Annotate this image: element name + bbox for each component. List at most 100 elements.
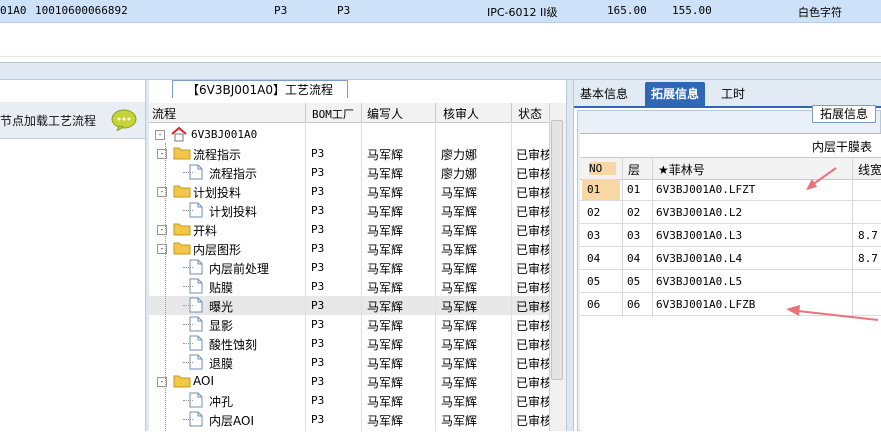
tree-row[interactable]: - 流程指示 P3 马军辉 廖力娜 已审核 xyxy=(149,144,549,163)
tree-row[interactable]: - 6V3BJ001A0 xyxy=(149,125,549,144)
col-status[interactable]: 状态 xyxy=(518,105,542,122)
splitter-right[interactable] xyxy=(566,80,574,431)
tree-bom: P3 xyxy=(311,261,325,274)
tree-bom: P3 xyxy=(311,299,325,312)
tree-row[interactable]: 酸性蚀刻 P3 马军辉 马军辉 已审核 xyxy=(149,334,549,353)
tree-guide-line xyxy=(183,324,193,325)
tree-reviewer: 廖力娜 xyxy=(441,148,478,162)
dry-film-grid-title: 内层干膜表 xyxy=(812,140,873,154)
tree-row[interactable]: 退膜 P3 马军辉 马军辉 已审核 xyxy=(149,353,549,372)
tree-row[interactable]: 曝光 P3 马军辉 马军辉 已审核 xyxy=(149,296,549,315)
film-layer: 02 xyxy=(627,206,641,219)
col-reviewer[interactable]: 核审人 xyxy=(443,105,479,122)
tree-node-label: 退膜 xyxy=(209,357,234,371)
speech-bubble-icon[interactable] xyxy=(111,109,137,134)
tree-writer: 马军辉 xyxy=(367,414,404,428)
tree-writer: 马军辉 xyxy=(367,357,404,371)
dry-film-row[interactable]: 02 02 6V3BJ001A0.L2 xyxy=(580,202,881,224)
tree-row[interactable]: 显影 P3 马军辉 马军辉 已审核 xyxy=(149,315,549,334)
extended-info-label: 拓展信息 xyxy=(812,105,876,123)
tree-row[interactable]: 冲孔 P3 马军辉 马军辉 已审核 xyxy=(149,391,549,410)
tree-node-label: 内层AOI xyxy=(209,414,254,428)
tree-node-label: 计划投料 xyxy=(193,186,242,200)
col-bom[interactable]: BOM工厂 xyxy=(312,106,354,122)
tree-status: 已审核 xyxy=(516,300,549,314)
tree-reviewer: 马军辉 xyxy=(441,357,478,371)
col-flow[interactable]: 流程 xyxy=(152,105,176,122)
col-width[interactable]: 线宽 xyxy=(858,161,881,178)
tree-bom: P3 xyxy=(311,356,325,369)
tree-guide-line xyxy=(183,286,193,287)
tree-node-label: 内层图形 xyxy=(193,243,242,257)
home-icon xyxy=(171,126,187,145)
film-no: 04 xyxy=(587,252,601,265)
record-text: 白色字符 xyxy=(798,6,842,19)
tree-row[interactable]: 内层前处理 P3 马军辉 马军辉 已审核 xyxy=(149,258,549,277)
tab-work-hours[interactable]: 工时 xyxy=(715,82,751,107)
tree-row[interactable]: 贴膜 P3 马军辉 马军辉 已审核 xyxy=(149,277,549,296)
dry-film-row[interactable]: 04 04 6V3BJ001A0.L4 8.7 xyxy=(580,248,881,270)
tree-row[interactable]: 计划投料 P3 马军辉 马军辉 已审核 xyxy=(149,201,549,220)
grid-line xyxy=(0,56,881,57)
film-layer: 03 xyxy=(627,229,641,242)
film-number: 6V3BJ001A0.LFZT xyxy=(656,183,756,196)
splitter-horizontal[interactable] xyxy=(0,62,881,80)
tree-node-label: 计划投料 xyxy=(209,205,258,219)
col-writer[interactable]: 编写人 xyxy=(367,105,403,122)
tree-node-label: 冲孔 xyxy=(209,395,234,409)
tree-row[interactable]: - 内层图形 P3 马军辉 马军辉 已审核 xyxy=(149,239,549,258)
tree-reviewer: 马军辉 xyxy=(441,338,478,352)
expand-toggle[interactable]: - xyxy=(155,130,165,140)
tree-bom: P3 xyxy=(311,413,325,426)
document-icon xyxy=(189,354,203,373)
tree-status: 已审核 xyxy=(516,205,549,219)
tree-row[interactable]: - 计划投料 P3 马军辉 马军辉 已审核 xyxy=(149,182,549,201)
tree-reviewer: 马军辉 xyxy=(441,262,478,276)
tree-reviewer: 马军辉 xyxy=(441,395,478,409)
annotation-arrow-icon xyxy=(806,167,837,190)
document-icon xyxy=(189,316,203,335)
left-panel-title: 节点加载工艺流程 xyxy=(0,114,97,128)
tree-row[interactable]: 内层AOI P3 马军辉 马军辉 已审核 xyxy=(149,410,549,429)
tree-writer: 马军辉 xyxy=(367,224,404,238)
tree-status: 已审核 xyxy=(516,224,549,238)
tree-node-label: 开料 xyxy=(193,224,218,238)
tree-row[interactable]: 流程指示 P3 马军辉 廖力娜 已审核 xyxy=(149,163,549,182)
film-number: 6V3BJ001A0.L2 xyxy=(656,206,743,219)
document-icon xyxy=(189,202,203,221)
tree-status: 已审核 xyxy=(516,148,549,162)
tree-guide-line xyxy=(183,362,193,363)
dry-film-row[interactable]: 03 03 6V3BJ001A0.L3 8.7 xyxy=(580,225,881,247)
selected-record-row[interactable]: 01A0 10010600066892 P3 P3 IPC-6012 II级 1… xyxy=(0,0,881,23)
tree-row[interactable]: - AOI P3 马军辉 马军辉 已审核 xyxy=(149,372,549,391)
tree-status: 已审核 xyxy=(516,262,549,276)
film-width: 8.7 xyxy=(858,229,878,242)
tab-basic-info[interactable]: 基本信息 xyxy=(574,82,634,107)
col-layer[interactable]: 层 xyxy=(628,161,640,178)
tree-reviewer: 马军辉 xyxy=(441,281,478,295)
tree-bom: P3 xyxy=(311,166,325,179)
process-flow-tab[interactable]: 【6V3BJ001A0】工艺流程 xyxy=(172,80,348,98)
tree-row[interactable]: - 开料 P3 马军辉 马军辉 已审核 xyxy=(149,220,549,239)
tree-node-label: 内层前处理 xyxy=(209,262,270,276)
tree-writer: 马军辉 xyxy=(367,319,404,333)
tree-node-label: AOI xyxy=(193,374,214,388)
tree-bom: P3 xyxy=(311,204,325,217)
film-layer: 06 xyxy=(627,298,641,311)
dry-film-row[interactable]: 05 05 6V3BJ001A0.L5 xyxy=(580,271,881,293)
col-no[interactable]: NO xyxy=(589,162,617,175)
tree-guide-line xyxy=(183,305,193,306)
tree-writer: 马军辉 xyxy=(367,338,404,352)
tree-bom: P3 xyxy=(311,337,325,350)
record-code: 10010600066892 xyxy=(35,4,128,17)
film-width: 8.7 xyxy=(858,252,878,265)
film-no: 05 xyxy=(587,275,601,288)
tree-bom: P3 xyxy=(311,185,325,198)
tree-status: 已审核 xyxy=(516,376,549,390)
tree-scrollbar-thumb[interactable] xyxy=(551,120,563,380)
document-icon xyxy=(189,392,203,411)
tab-extended-info[interactable]: 拓展信息 xyxy=(645,82,706,107)
tree-bom: P3 xyxy=(311,318,325,331)
col-film[interactable]: ★菲林号 xyxy=(658,161,705,178)
tree-reviewer: 马军辉 xyxy=(441,300,478,314)
